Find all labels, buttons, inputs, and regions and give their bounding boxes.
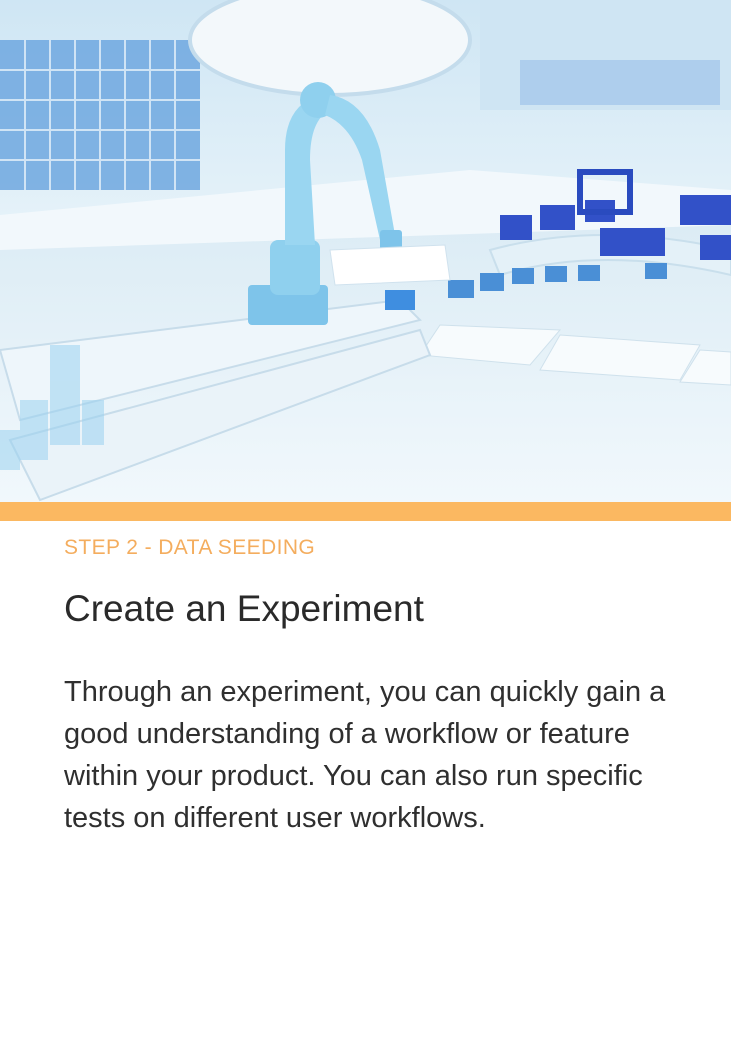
hero-image bbox=[0, 0, 731, 502]
page-title: Create an Experiment bbox=[64, 588, 424, 629]
body-paragraph: Through an experiment, you can quickly g… bbox=[64, 676, 666, 834]
step-label: STEP 2 - DATA SEEDING bbox=[64, 536, 316, 559]
card-content: STEP 2 - DATA SEEDING Create an Experime… bbox=[64, 521, 704, 839]
accent-bar bbox=[0, 502, 731, 521]
shelving-grid bbox=[0, 40, 200, 190]
factory-illustration bbox=[0, 0, 731, 502]
